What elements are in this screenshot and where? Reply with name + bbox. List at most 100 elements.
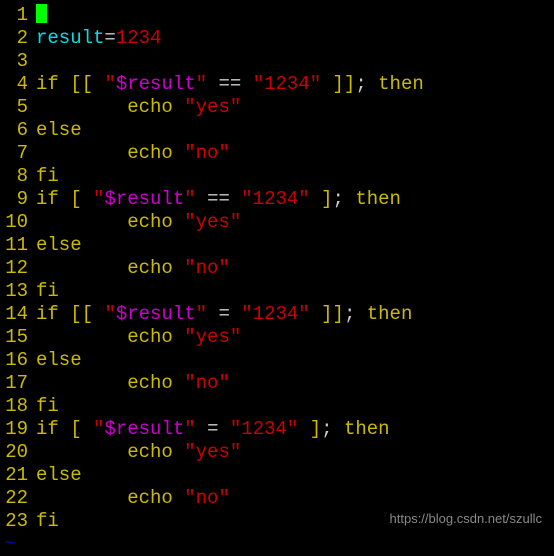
token-red: " (104, 73, 115, 95)
line-number: 13 (0, 280, 36, 303)
code-line[interactable]: 21else (0, 464, 554, 487)
token-yellow: fi (36, 165, 59, 187)
code-line[interactable]: 20 echo "yes" (0, 441, 554, 464)
line-content: fi (36, 165, 59, 188)
token-red: 1234 (116, 27, 162, 49)
line-content: echo "yes" (36, 211, 241, 234)
line-content: else (36, 464, 82, 487)
token-default (36, 142, 127, 164)
line-content: echo "yes" (36, 441, 241, 464)
code-line[interactable]: 17 echo "no" (0, 372, 554, 395)
token-default (173, 487, 184, 509)
code-editor[interactable]: 1 2result=123434if [[ "$result" == "1234… (0, 4, 554, 533)
code-line[interactable]: 11else (0, 234, 554, 257)
line-number: 23 (0, 510, 36, 533)
line-number: 10 (0, 211, 36, 234)
token-default (82, 188, 93, 210)
token-yellow: echo (127, 96, 173, 118)
line-content: echo "no" (36, 142, 230, 165)
code-line[interactable]: 5 echo "yes" (0, 96, 554, 119)
token-default (93, 73, 104, 95)
token-magenta: $result (104, 418, 184, 440)
token-default: ; (344, 303, 367, 325)
line-number: 17 (0, 372, 36, 395)
line-number: 12 (0, 257, 36, 280)
line-content: echo "no" (36, 487, 230, 510)
code-line[interactable]: 9if [ "$result" == "1234" ]; then (0, 188, 554, 211)
token-red: " (184, 188, 195, 210)
line-content: echo "no" (36, 257, 230, 280)
token-default: = (196, 418, 230, 440)
line-number: 7 (0, 142, 36, 165)
line-number: 18 (0, 395, 36, 418)
token-red: "1234" (230, 418, 298, 440)
line-content: if [ "$result" = "1234" ]; then (36, 418, 390, 441)
token-yellow: [ (70, 188, 81, 210)
token-red: "yes" (184, 96, 241, 118)
code-line[interactable]: 10 echo "yes" (0, 211, 554, 234)
token-red: "yes" (184, 211, 241, 233)
token-red: " (104, 303, 115, 325)
token-default (36, 326, 127, 348)
code-line[interactable]: 13fi (0, 280, 554, 303)
token-default (59, 303, 70, 325)
line-content: fi (36, 280, 59, 303)
line-content: if [[ "$result" == "1234" ]]; then (36, 73, 424, 96)
token-default: ; (355, 73, 378, 95)
token-yellow: [ (70, 418, 81, 440)
token-yellow: if (36, 303, 59, 325)
line-content: echo "no" (36, 372, 230, 395)
line-number: 3 (0, 50, 36, 73)
token-yellow: then (355, 188, 401, 210)
token-default (173, 96, 184, 118)
token-yellow: [[ (70, 303, 93, 325)
token-yellow: else (36, 234, 82, 256)
code-line[interactable]: 3 (0, 50, 554, 73)
code-line[interactable]: 8fi (0, 165, 554, 188)
code-line[interactable]: 1 (0, 4, 554, 27)
line-number: 19 (0, 418, 36, 441)
code-line[interactable]: 7 echo "no" (0, 142, 554, 165)
token-red: "no" (184, 487, 230, 509)
line-content: else (36, 349, 82, 372)
code-line[interactable]: 6else (0, 119, 554, 142)
token-yellow: fi (36, 395, 59, 417)
line-number: 4 (0, 73, 36, 96)
code-line[interactable]: 12 echo "no" (0, 257, 554, 280)
token-red: "1234" (241, 303, 309, 325)
token-red: " (184, 418, 195, 440)
token-red: "yes" (184, 441, 241, 463)
code-line[interactable]: 15 echo "yes" (0, 326, 554, 349)
line-number: 6 (0, 119, 36, 142)
code-line[interactable]: 4if [[ "$result" == "1234" ]]; then (0, 73, 554, 96)
token-default: ; (321, 418, 344, 440)
token-default (173, 326, 184, 348)
token-default (173, 142, 184, 164)
token-red: "1234" (241, 188, 309, 210)
token-default (36, 257, 127, 279)
token-yellow: if (36, 73, 59, 95)
line-content (36, 4, 47, 27)
token-default (173, 441, 184, 463)
token-default (310, 188, 321, 210)
code-line[interactable]: 19if [ "$result" = "1234" ]; then (0, 418, 554, 441)
line-content: fi (36, 510, 59, 533)
token-default (36, 487, 127, 509)
token-default (36, 372, 127, 394)
line-number: 22 (0, 487, 36, 510)
line-content: else (36, 119, 82, 142)
token-red: "no" (184, 372, 230, 394)
line-number: 20 (0, 441, 36, 464)
token-default (82, 418, 93, 440)
code-line[interactable]: 14if [[ "$result" = "1234" ]]; then (0, 303, 554, 326)
token-default (93, 303, 104, 325)
code-line[interactable]: 18fi (0, 395, 554, 418)
code-line[interactable]: 16else (0, 349, 554, 372)
token-yellow: ]] (333, 73, 356, 95)
line-content: fi (36, 395, 59, 418)
line-content: echo "yes" (36, 326, 241, 349)
token-red: " (196, 73, 207, 95)
code-line[interactable]: 2result=1234 (0, 27, 554, 50)
token-magenta: $result (116, 73, 196, 95)
token-default (321, 73, 332, 95)
